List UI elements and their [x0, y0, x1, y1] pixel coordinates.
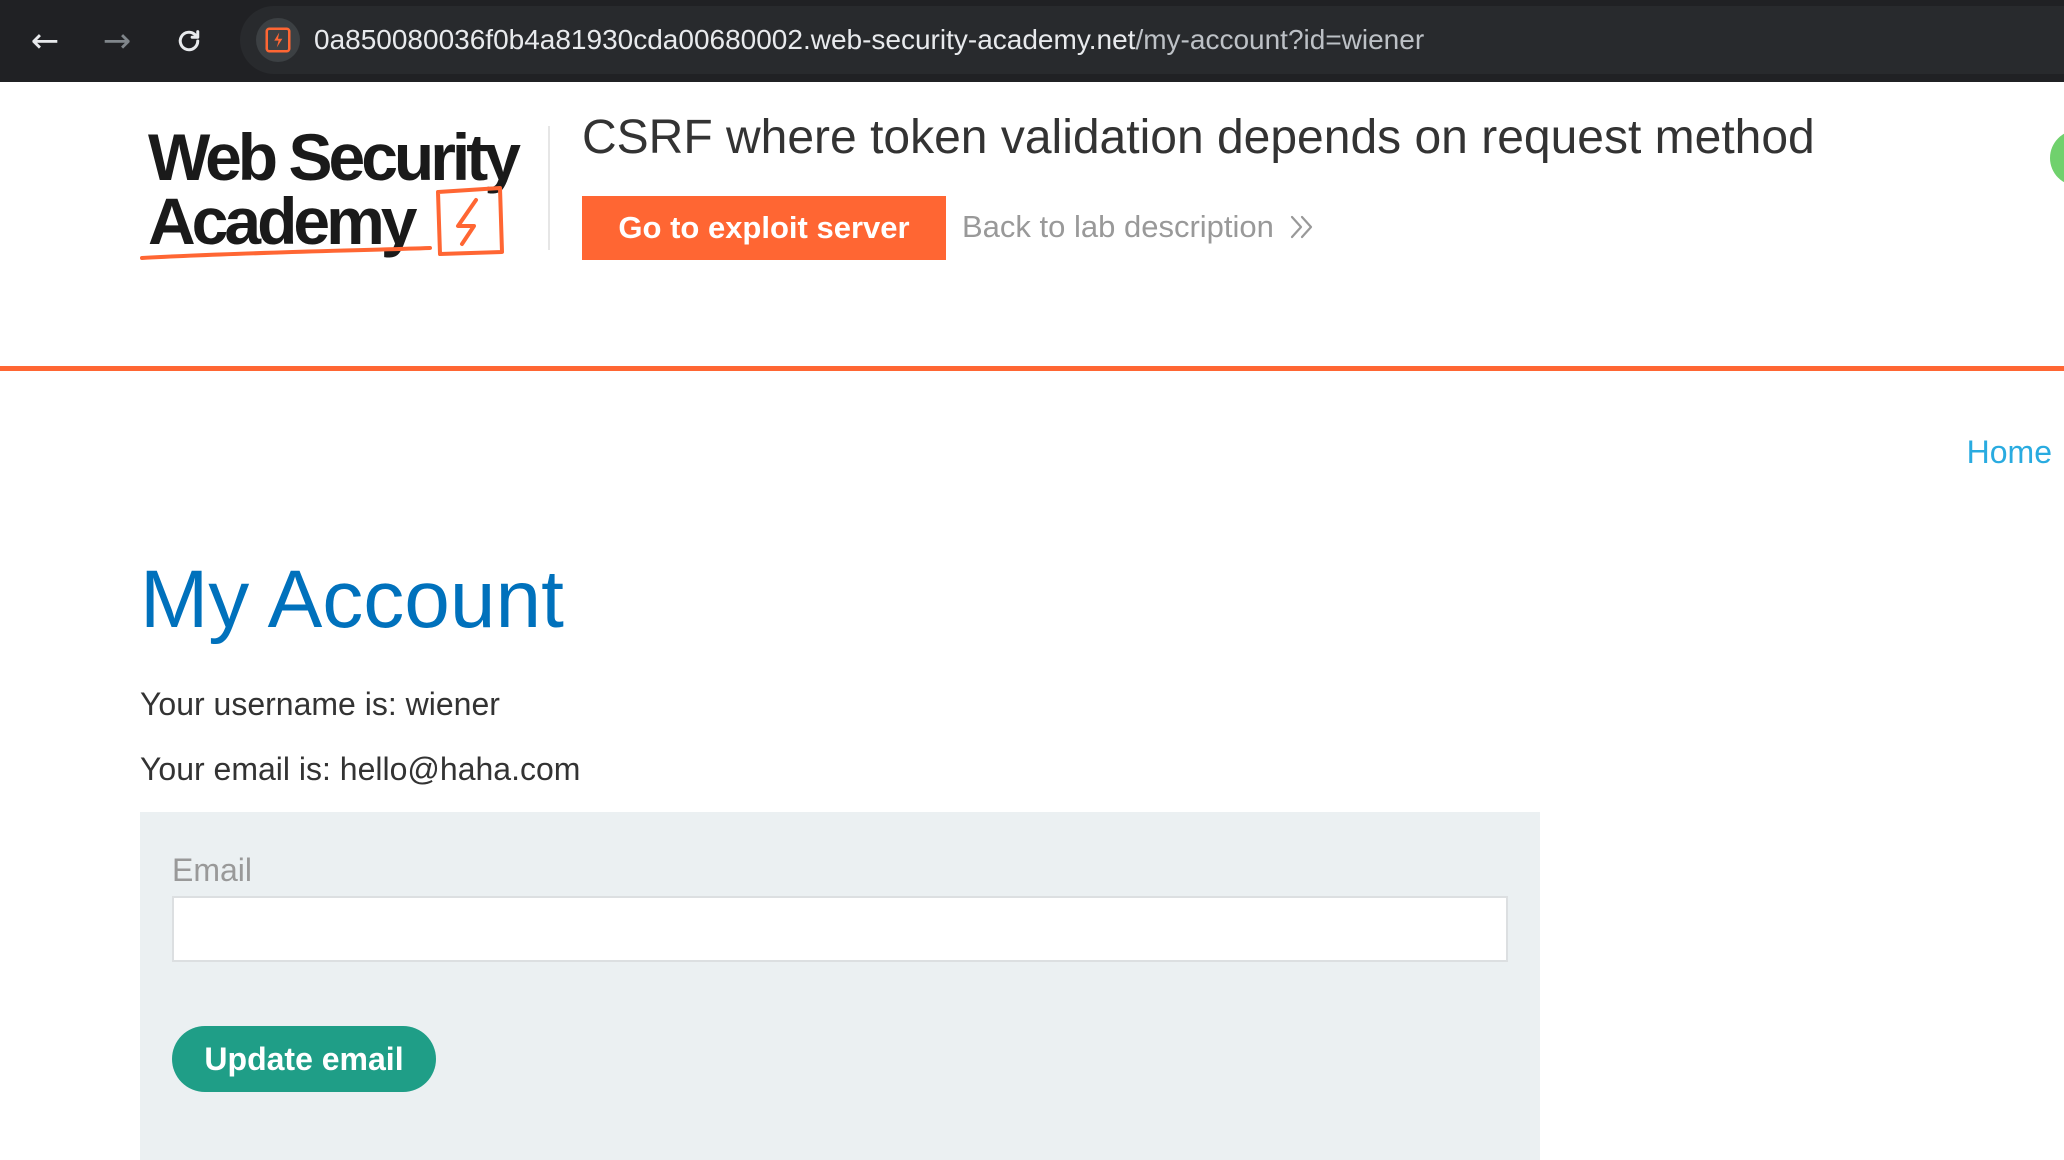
- change-email-form: Email Update email: [140, 812, 1540, 1160]
- reload-icon: [178, 30, 200, 52]
- header-divider: [548, 126, 550, 250]
- lab-status-indicator: [2050, 130, 2064, 186]
- username-text: Your username is: wiener: [140, 686, 500, 722]
- back-to-lab-description-link[interactable]: Back to lab description: [962, 206, 1316, 248]
- double-chevron-right-icon: [1290, 215, 1313, 239]
- email-text: Your email is: hello@haha.com: [140, 751, 581, 787]
- home-link[interactable]: Home: [1967, 432, 2052, 472]
- url-text[interactable]: 0a850080036f0b4a81930cda00680002.web-sec…: [314, 23, 1424, 57]
- lab-title: CSRF where token validation depends on r…: [582, 111, 1815, 164]
- lab-header: Web Security Academy CSRF where token va…: [0, 82, 2064, 371]
- url-path: /my-account?id=wiener: [1135, 24, 1425, 55]
- go-to-exploit-server-button[interactable]: Go to exploit server: [582, 196, 946, 260]
- address-bar[interactable]: 0a850080036f0b4a81930cda00680002.web-sec…: [240, 6, 2064, 74]
- browser-toolbar: ← → 0a850080036f0b4a81930cda00680002.web…: [0, 0, 2064, 82]
- site-info-button[interactable]: [256, 18, 300, 62]
- email-input[interactable]: [172, 896, 1508, 962]
- arrow-left-icon: ←: [30, 21, 60, 61]
- svg-text:Academy: Academy: [148, 184, 418, 258]
- email-label: Email: [172, 852, 253, 888]
- reload-button[interactable]: [160, 12, 218, 70]
- url-host: 0a850080036f0b4a81930cda00680002.web-sec…: [314, 24, 1136, 55]
- page-title: My Account: [140, 554, 564, 645]
- update-email-button[interactable]: Update email: [172, 1026, 436, 1092]
- back-button[interactable]: ←: [16, 12, 74, 70]
- back-link-label: Back to lab description: [962, 209, 1274, 244]
- web-security-academy-logo[interactable]: Web Security Academy: [140, 120, 540, 270]
- lightning-bolt-icon: [265, 27, 291, 53]
- arrow-right-icon: →: [102, 21, 132, 61]
- forward-button[interactable]: →: [88, 12, 146, 70]
- svg-text:Web Security: Web Security: [148, 120, 521, 194]
